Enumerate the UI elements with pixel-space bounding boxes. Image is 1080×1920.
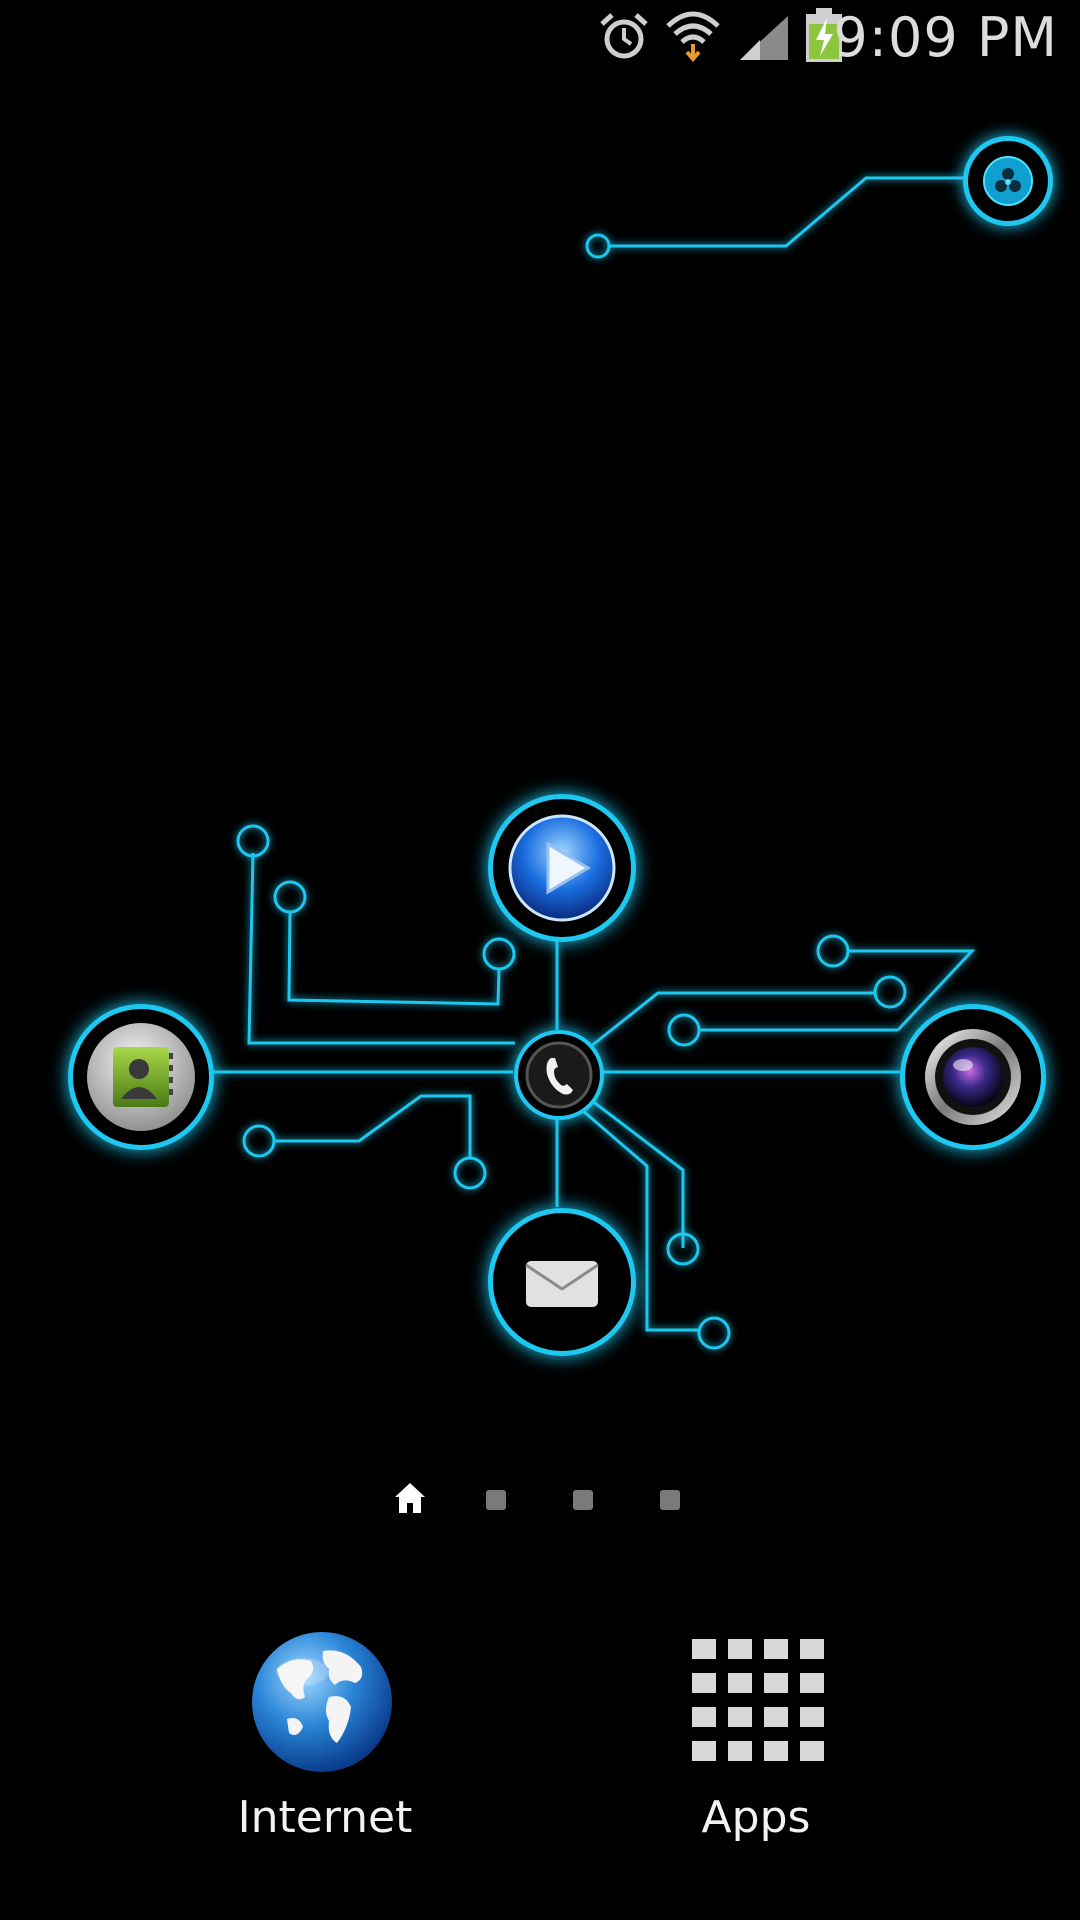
- page-dot-4[interactable]: [660, 1490, 680, 1510]
- email-icon: [525, 1261, 599, 1307]
- phone-shortcut[interactable]: [514, 1030, 604, 1120]
- camera-shortcut[interactable]: [900, 1004, 1046, 1150]
- internet-label: Internet: [237, 1792, 413, 1843]
- contacts-shortcut[interactable]: [68, 1004, 214, 1150]
- biohazard-icon: [983, 156, 1033, 206]
- camera-icon: [925, 1029, 1021, 1125]
- biohazard-node[interactable]: [963, 136, 1053, 226]
- email-shortcut[interactable]: [488, 1208, 636, 1356]
- apps-drawer[interactable]: Apps: [626, 1620, 886, 1860]
- video-player-shortcut[interactable]: [488, 794, 636, 942]
- globe-icon: [252, 1632, 392, 1772]
- page-dot-2[interactable]: [486, 1490, 506, 1510]
- apps-grid-icon: [692, 1639, 824, 1761]
- apps-label: Apps: [701, 1792, 811, 1843]
- internet-app[interactable]: Internet: [195, 1620, 455, 1860]
- video-play-icon: [508, 814, 616, 922]
- home-icon[interactable]: [392, 1480, 428, 1516]
- page-indicator: [0, 1480, 1080, 1520]
- phone-icon: [525, 1041, 593, 1109]
- page-dot-3[interactable]: [573, 1490, 593, 1510]
- circuit-wallpaper: [205, 176, 976, 1350]
- contacts-icon: [87, 1023, 195, 1131]
